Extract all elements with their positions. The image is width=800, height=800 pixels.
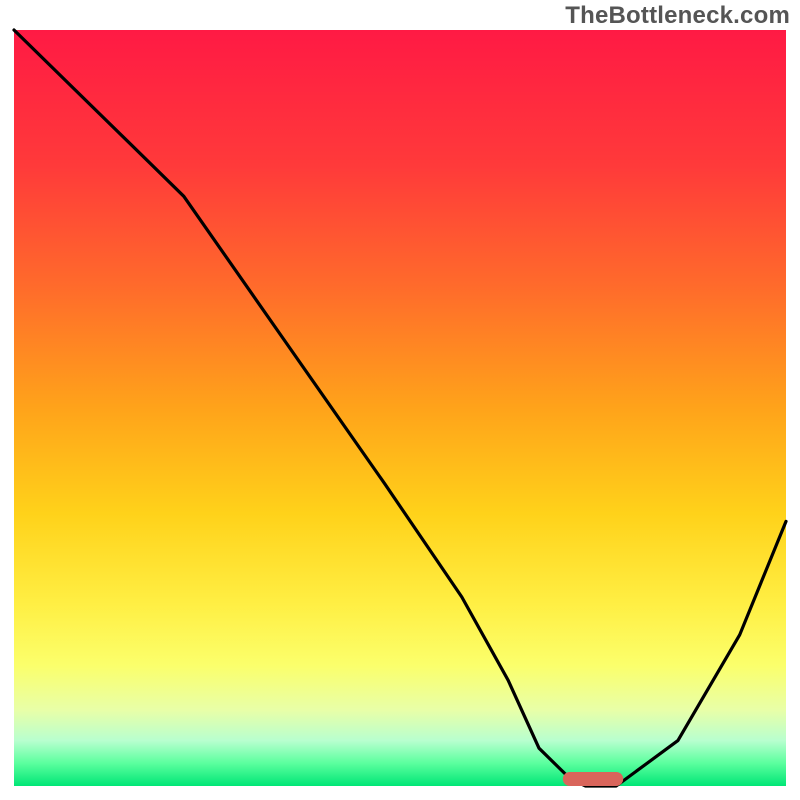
plot-area [14, 30, 786, 786]
chart-svg [14, 30, 786, 786]
bottleneck-curve [14, 30, 786, 786]
chart-container: TheBottleneck.com [0, 0, 800, 800]
watermark-text: TheBottleneck.com [565, 2, 790, 30]
